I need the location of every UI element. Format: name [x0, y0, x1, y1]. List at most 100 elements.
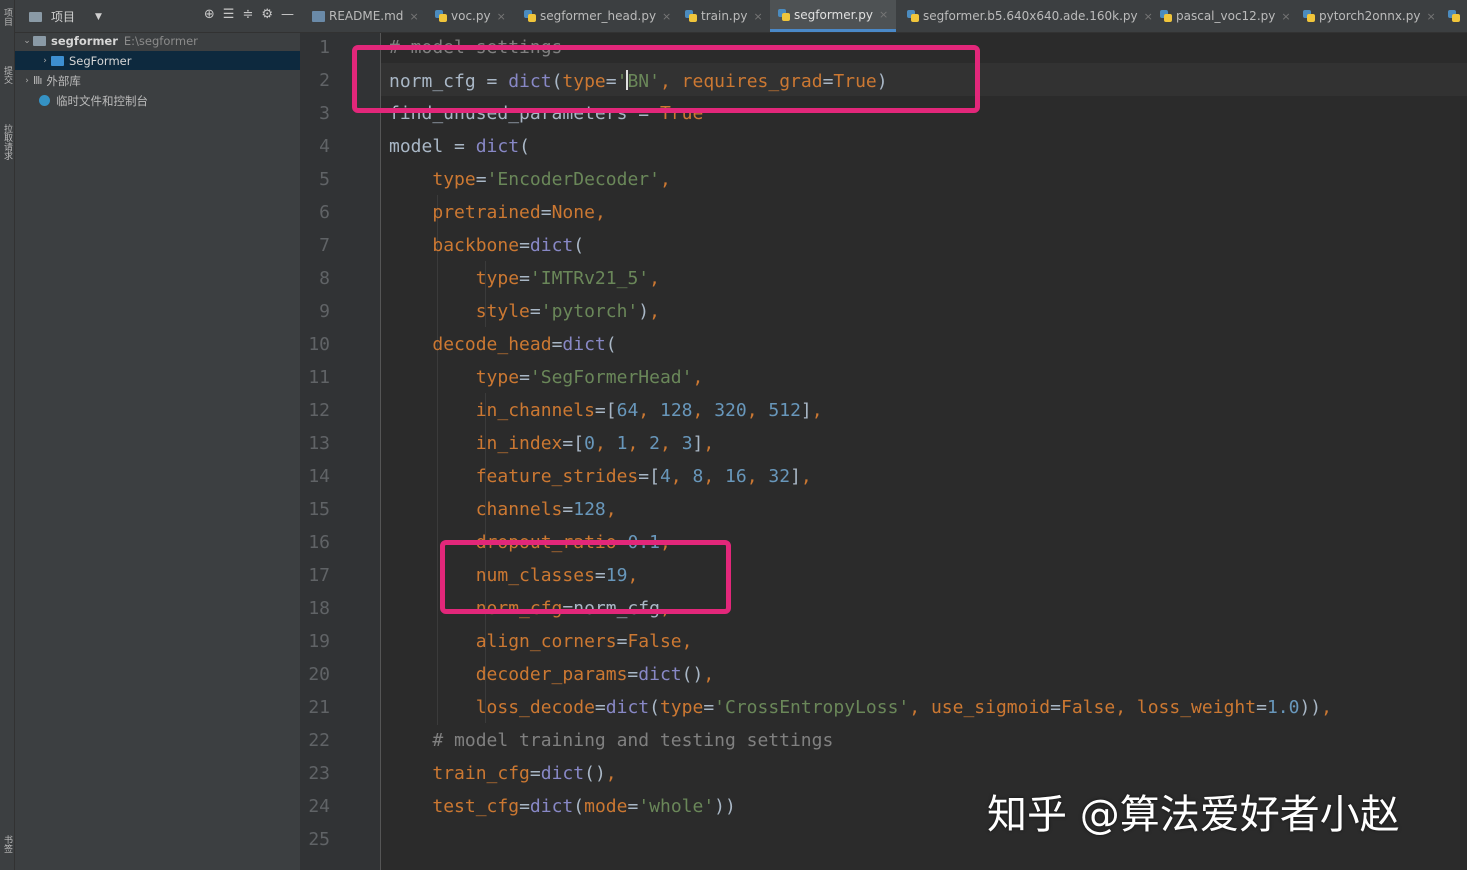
line-number: 22 [308, 730, 330, 751]
code-line: backbone=dict( [432, 235, 585, 256]
strip-bookmarks-label[interactable]: 书签 [0, 835, 14, 853]
python-file-icon [685, 10, 697, 22]
watermark: 知乎 @算法爱好者小赵 [987, 792, 1400, 838]
code-line: type='SegFormerHead', [475, 367, 704, 388]
python-file-icon [435, 10, 447, 22]
code-line: test_cfg=dict(mode='whole')) [432, 796, 736, 817]
tab-readme[interactable]: README.md × [312, 0, 419, 32]
python-file-icon [1303, 10, 1315, 22]
line-number: 19 [308, 631, 330, 652]
panel-toolbar: ⊕ ☰ ≑ ⚙ — [204, 7, 294, 22]
close-icon[interactable]: × [409, 10, 418, 23]
close-icon[interactable]: × [879, 8, 888, 21]
tree-item-segformer-root[interactable]: ⌄ segformer E:\segformer [15, 31, 300, 50]
line-number: 15 [308, 499, 330, 520]
tab-overflow[interactable] [1448, 0, 1464, 32]
tab-label: voc.py [451, 9, 491, 23]
code-editor[interactable]: # model settings norm_cfg = dict(type='BN… [381, 33, 1467, 870]
close-icon[interactable]: × [1426, 10, 1435, 23]
gear-icon[interactable]: ⚙ [261, 7, 273, 22]
code-line: type='EncoderDecoder', [432, 169, 671, 190]
tree-item-label: segformer [51, 33, 118, 48]
library-icon: Illı [33, 74, 42, 87]
tab-pytorch2onnx[interactable]: pytorch2onnx.py × [1303, 0, 1436, 32]
strip-commit-label[interactable]: 提交 [0, 66, 14, 84]
line-number: 9 [319, 301, 330, 322]
project-panel: 项目 ▼ ⊕ ☰ ≑ ⚙ — ⌄ segformer E:\segformer … [15, 0, 300, 870]
close-icon[interactable]: × [662, 10, 671, 23]
line-number: 24 [308, 796, 330, 817]
code-line: decoder_params=dict(), [475, 664, 715, 685]
chevron-down-icon[interactable]: ▼ [95, 12, 102, 22]
highlight-box-num-classes [440, 540, 731, 614]
tab-voc[interactable]: voc.py × [435, 0, 506, 32]
python-file-icon [778, 8, 790, 21]
tree-item-segformer-folder[interactable]: › SegFormer [15, 51, 300, 70]
close-icon[interactable]: × [1281, 10, 1290, 23]
line-number: 17 [308, 565, 330, 586]
folder-icon [51, 55, 64, 66]
tree-item-path: E:\segformer [123, 33, 198, 48]
code-line: in_channels=[64, 128, 320, 512], [475, 400, 823, 421]
code-line: in_index=[0, 1, 2, 3], [475, 433, 715, 454]
code-line: # model training and testing settings [389, 730, 834, 751]
code-line: channels=128, [475, 499, 617, 520]
highlight-box-norm-cfg [352, 45, 980, 113]
code-line: pretrained=None, [432, 202, 606, 223]
line-number: 23 [308, 763, 330, 784]
line-number: 14 [308, 466, 330, 487]
folder-icon [33, 35, 46, 46]
collapse-all-icon[interactable]: ≑ [242, 7, 253, 22]
python-file-icon [1160, 10, 1172, 22]
project-view-selector[interactable]: 项目 ▼ [29, 8, 102, 25]
line-number-gutter: 1 2 3 4 5 6 7 8 9 10 11 12 13 14 15 16 17 18 19 20 21 22 23 24 2… [300, 33, 381, 870]
tab-label: segformer_head.py [540, 9, 657, 23]
close-icon[interactable]: × [753, 10, 762, 23]
close-icon[interactable]: × [497, 10, 506, 23]
tab-train[interactable]: train.py × [685, 0, 763, 32]
line-number: 10 [308, 334, 330, 355]
chevron-right-icon[interactable]: › [21, 76, 33, 86]
code-line: train_cfg=dict(), [432, 763, 617, 784]
project-panel-title: 项目 [51, 10, 76, 24]
tab-label: pytorch2onnx.py [1319, 9, 1421, 23]
line-number: 25 [308, 829, 330, 850]
code-line: type='IMTRv21_5', [475, 268, 660, 289]
code-line: loss_decode=dict(type='CrossEntropyLoss'… [475, 697, 1332, 718]
line-number: 18 [308, 598, 330, 619]
project-panel-header: 项目 ▼ ⊕ ☰ ≑ ⚙ — [15, 0, 300, 33]
tree-item-scratches[interactable]: 临时文件和控制台 [15, 91, 300, 110]
line-number: 6 [319, 202, 330, 223]
code-line: style='pytorch'), [475, 301, 660, 322]
tab-label: segformer.b5.640x640.ade.160k.py [923, 9, 1138, 23]
scratches-icon [39, 95, 50, 106]
tab-segformer-head[interactable]: segformer_head.py × [524, 0, 671, 32]
tab-pascal-voc12[interactable]: pascal_voc12.py × [1160, 0, 1291, 32]
code-line: align_corners=False, [475, 631, 693, 652]
tab-segformer-b5[interactable]: segformer.b5.640x640.ade.160k.py × [907, 0, 1153, 32]
line-number: 2 [319, 70, 330, 91]
tab-segformer[interactable]: segformer.py × [770, 0, 897, 32]
editor-tab-bar: README.md × voc.py × segformer_head.py ×… [300, 0, 1467, 33]
chevron-down-icon[interactable]: ⌄ [21, 36, 33, 46]
hide-icon[interactable]: — [281, 7, 294, 22]
tab-label: train.py [701, 9, 748, 23]
tree-item-external-libraries[interactable]: › Illı 外部库 [15, 71, 300, 90]
markdown-file-icon [312, 10, 325, 22]
line-number: 7 [319, 235, 330, 256]
line-number: 1 [319, 37, 330, 58]
close-icon[interactable]: × [1144, 10, 1153, 23]
chevron-right-icon[interactable]: › [39, 56, 51, 66]
tool-window-strip: 项目 提交 拉取请求 书签 [0, 0, 15, 870]
expand-all-icon[interactable]: ☰ [223, 7, 235, 22]
tree-item-label: 外部库 [46, 73, 81, 88]
python-file-icon [1448, 10, 1460, 22]
locate-icon[interactable]: ⊕ [204, 7, 215, 22]
line-number: 8 [319, 268, 330, 289]
strip-project-label[interactable]: 项目 [0, 8, 14, 26]
code-line: feature_strides=[4, 8, 16, 32], [475, 466, 812, 487]
project-folder-icon [29, 11, 42, 22]
line-number: 21 [308, 697, 330, 718]
strip-pull-requests-label[interactable]: 拉取请求 [0, 124, 14, 160]
line-number: 5 [319, 169, 330, 190]
